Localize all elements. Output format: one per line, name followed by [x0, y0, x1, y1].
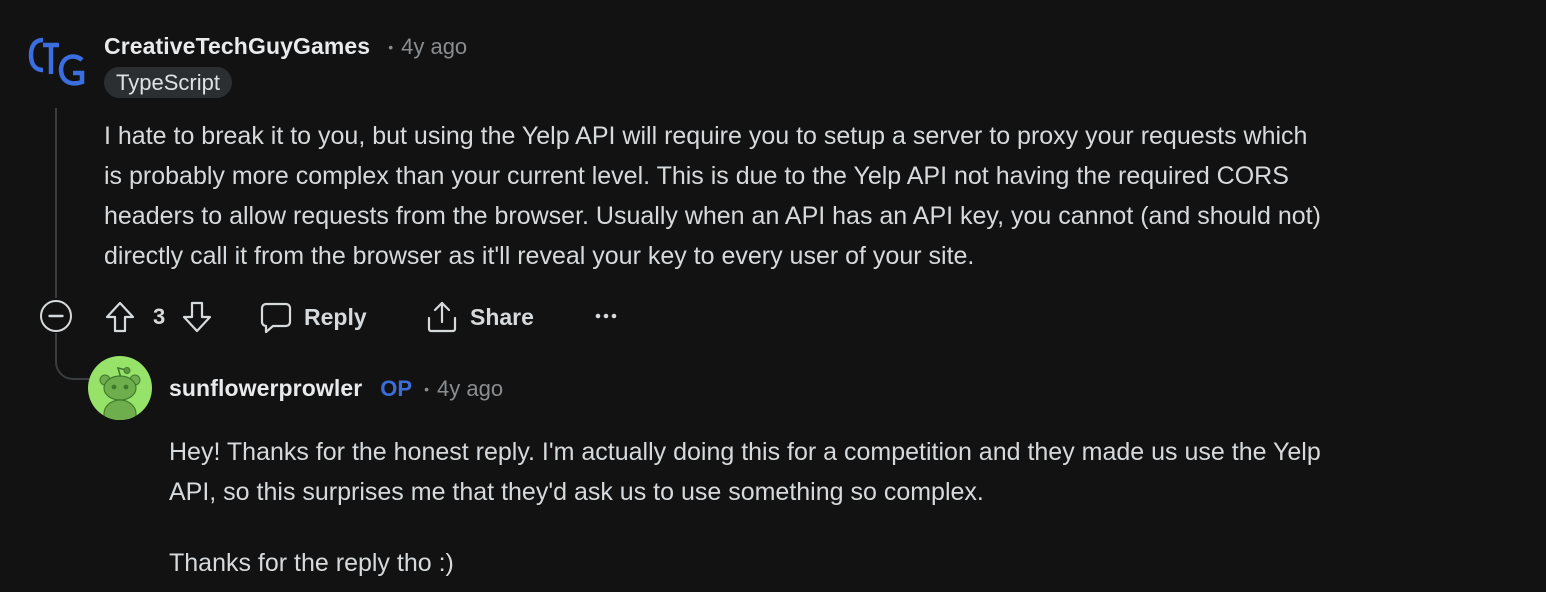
- comment-timestamp[interactable]: 4y ago: [437, 376, 503, 402]
- collapse-thread-icon[interactable]: [39, 299, 73, 333]
- comment-body-line: is probably more complex than your curre…: [104, 162, 1289, 190]
- thread-line: [55, 108, 57, 298]
- thread-connector: [55, 330, 89, 380]
- reply-label: Reply: [304, 303, 367, 330]
- reply-button[interactable]: Reply: [259, 300, 367, 334]
- op-badge: OP: [380, 375, 413, 401]
- comment-2-header: sunflowerprowler OP • 4y ago: [169, 375, 503, 402]
- upvote-icon[interactable]: [104, 300, 136, 334]
- ctg-logo-icon[interactable]: [26, 30, 86, 92]
- share-label: Share: [470, 303, 534, 330]
- comment-body-line: Thanks for the reply tho :): [169, 549, 454, 577]
- vote-count: 3: [153, 304, 166, 329]
- comment-1-header: CreativeTechGuyGames • 4y ago: [104, 33, 467, 60]
- share-button[interactable]: Share: [425, 300, 534, 334]
- comment-bubble-icon: [260, 302, 292, 334]
- share-icon: [427, 301, 457, 333]
- ellipsis-icon[interactable]: [593, 306, 619, 326]
- comment-timestamp[interactable]: 4y ago: [401, 34, 467, 60]
- comment-body-line: Hey! Thanks for the honest reply. I'm ac…: [169, 438, 1321, 466]
- meta-separator: •: [424, 380, 429, 397]
- comment-body-line: API, so this surprises me that they'd as…: [169, 478, 984, 506]
- downvote-icon[interactable]: [181, 300, 213, 334]
- vote-controls: 3: [104, 300, 213, 334]
- snoo-avatar-icon[interactable]: [88, 356, 152, 420]
- meta-separator: •: [388, 38, 394, 55]
- comment-body: Hey! Thanks for the honest reply. I'm ac…: [169, 432, 1321, 583]
- author-username[interactable]: CreativeTechGuyGames: [104, 33, 370, 60]
- comment-body-line: I hate to break it to you, but using the…: [104, 122, 1308, 150]
- comment-body-line: directly call it from the browser as it'…: [104, 242, 975, 270]
- comment-body-line: headers to allow requests from the brows…: [104, 202, 1321, 230]
- author-username[interactable]: sunflowerprowler: [169, 375, 362, 402]
- comment-body: I hate to break it to you, but using the…: [104, 116, 1321, 276]
- user-flair: TypeScript: [104, 67, 232, 98]
